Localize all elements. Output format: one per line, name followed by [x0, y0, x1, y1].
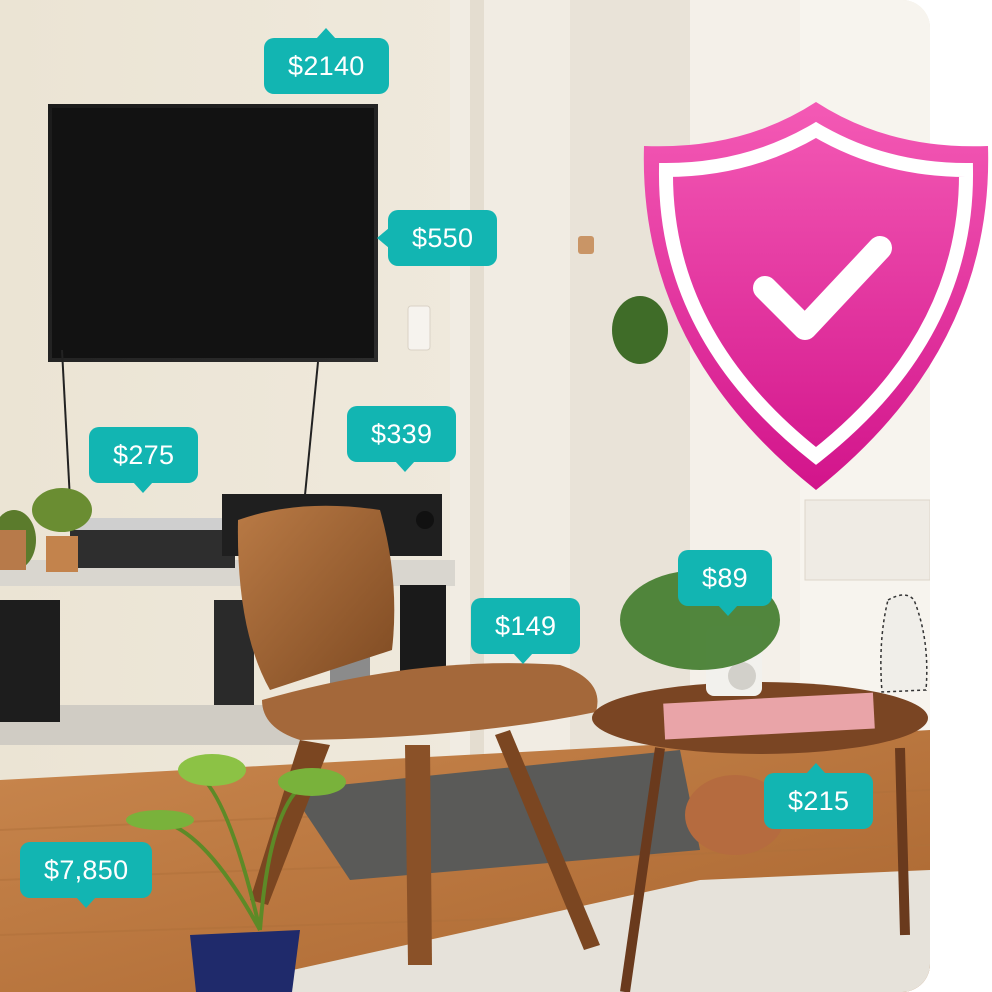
price-tag-chair: $149 — [471, 598, 581, 664]
price-tag-room-total: $7,850 — [20, 842, 153, 908]
price-tag-label: $339 — [371, 418, 433, 449]
price-tag-label: $550 — [412, 222, 474, 253]
price-tag-tv: $550 — [376, 210, 498, 266]
price-tag-tv-mount: $2140 — [264, 28, 389, 94]
price-tag-label: $7,850 — [44, 854, 129, 885]
price-tag-label: $2140 — [288, 50, 365, 81]
price-tag-table: $215 — [764, 763, 874, 829]
price-tag-receiver: $339 — [347, 406, 457, 472]
price-tag-label: $149 — [495, 610, 557, 641]
shield-check-icon — [643, 102, 989, 490]
price-tag-label: $275 — [113, 439, 175, 470]
price-tag-label: $215 — [788, 785, 850, 816]
price-tag-camera: $89 — [678, 550, 772, 616]
price-tag-label: $89 — [702, 562, 748, 593]
price-tag-turntable: $275 — [89, 427, 199, 493]
